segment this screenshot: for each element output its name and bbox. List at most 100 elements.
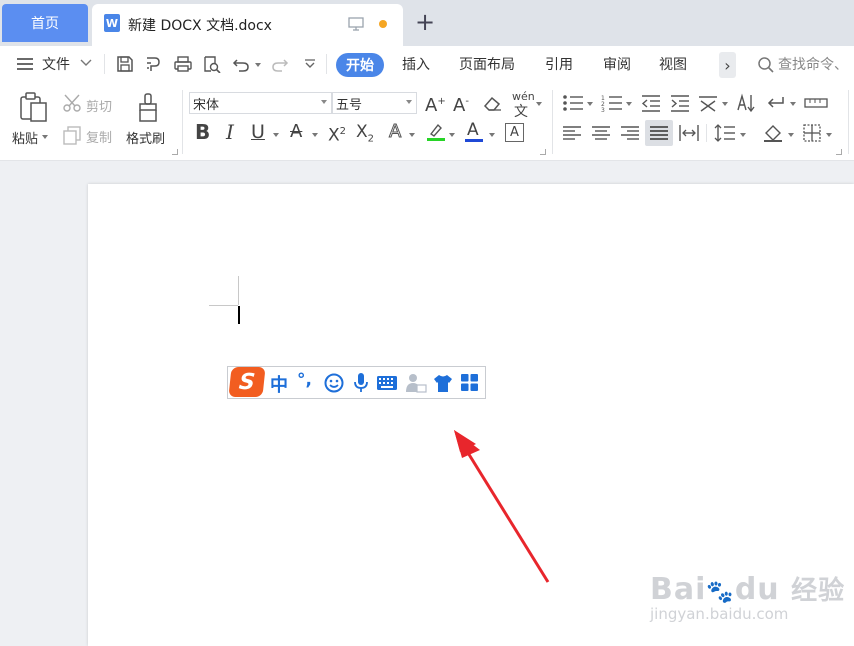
ime-toolbar: S 中 °, [227, 366, 486, 399]
monitor-icon[interactable] [348, 16, 364, 32]
decrease-indent-icon[interactable] [640, 94, 662, 112]
watermark-brand-cn: 经验 [791, 576, 846, 606]
paragraph-mark-icon[interactable] [765, 94, 787, 112]
customize-toolbar-icon[interactable] [304, 58, 316, 70]
decrease-font-size-icon[interactable]: A- [453, 92, 469, 116]
ime-mode-toggle[interactable]: 中 [270, 371, 288, 397]
paste-dropdown-icon[interactable] [42, 135, 48, 139]
format-painter-icon[interactable] [136, 92, 160, 124]
ime-punctuation-toggle[interactable]: °, [297, 370, 312, 390]
distributed-align-icon[interactable] [678, 123, 700, 143]
font-size-select[interactable]: 五号 [332, 92, 417, 114]
numbering-dropdown-icon[interactable] [626, 102, 632, 106]
file-menu[interactable]: 文件 [42, 54, 70, 74]
increase-indent-icon[interactable] [669, 94, 691, 112]
shading-icon[interactable] [763, 123, 785, 143]
underline-icon[interactable]: U [251, 122, 265, 142]
toolbox-grid-icon[interactable] [460, 373, 479, 392]
ruler-icon[interactable] [804, 96, 828, 110]
divider [104, 54, 105, 74]
borders-icon[interactable] [802, 123, 822, 143]
hamburger-icon[interactable] [16, 57, 34, 71]
clipboard-launcher-icon[interactable] [172, 149, 178, 155]
justify-button[interactable] [645, 120, 673, 146]
numbering-icon[interactable]: 123 [601, 94, 623, 112]
highlight-dropdown-icon[interactable] [449, 133, 455, 137]
italic-icon[interactable]: I [226, 122, 234, 142]
print-preview-icon[interactable] [202, 55, 222, 73]
font-color-icon[interactable]: A [467, 120, 479, 140]
line-spacing-icon[interactable] [714, 123, 736, 143]
strikethrough-icon[interactable]: A [290, 122, 302, 142]
skin-shirt-icon[interactable] [433, 373, 453, 393]
text-effect-dropdown-icon[interactable] [409, 133, 415, 137]
watermark-brand: Bai [650, 572, 707, 607]
watermark-brand-tail: du [734, 572, 780, 607]
document-tab[interactable]: W 新建 DOCX 文档.docx [92, 4, 403, 46]
bold-icon[interactable]: B [195, 122, 210, 142]
align-right-icon[interactable] [620, 125, 640, 141]
cut-button[interactable]: 剪切 [86, 96, 112, 115]
align-left-icon[interactable] [562, 125, 582, 141]
subscript-icon[interactable]: X2 [356, 122, 374, 149]
tab-page-layout[interactable]: 页面布局 [459, 54, 515, 74]
print-icon[interactable] [173, 55, 193, 73]
paste-icon[interactable] [19, 91, 49, 123]
undo-icon[interactable] [232, 56, 250, 72]
superscript-icon[interactable]: X2 [328, 122, 346, 146]
redo-icon[interactable] [271, 56, 289, 72]
text-effect-icon[interactable]: A [388, 121, 401, 142]
strikethrough-dropdown-icon[interactable] [312, 133, 318, 137]
tab-view[interactable]: 视图 [659, 54, 687, 74]
bullets-dropdown-icon[interactable] [587, 102, 593, 106]
output-pdf-icon[interactable] [144, 55, 164, 73]
divider [182, 90, 183, 154]
character-border-icon[interactable]: A [505, 123, 524, 142]
chinese-layout-dropdown-icon[interactable] [722, 102, 728, 106]
more-tabs-button[interactable]: › [719, 52, 736, 78]
highlight-icon[interactable] [426, 122, 446, 142]
chinese-layout-icon[interactable] [697, 93, 719, 113]
keyboard-icon[interactable] [376, 375, 398, 391]
new-tab-button[interactable]: + [414, 8, 436, 36]
tab-start[interactable]: 开始 [336, 53, 384, 77]
save-icon[interactable] [116, 55, 134, 73]
sogou-logo-icon[interactable]: S [228, 367, 266, 397]
tab-insert[interactable]: 插入 [402, 54, 430, 74]
emoji-icon[interactable] [324, 373, 344, 393]
font-name-value: 宋体 [193, 97, 220, 113]
font-launcher-icon[interactable] [540, 149, 546, 155]
align-center-icon[interactable] [591, 125, 611, 141]
svg-text:3: 3 [601, 107, 605, 112]
chevron-down-icon[interactable] [80, 59, 92, 67]
copy-button[interactable]: 复制 [86, 127, 112, 146]
microphone-icon[interactable] [353, 372, 369, 394]
line-spacing-dropdown-icon[interactable] [740, 133, 746, 137]
shading-dropdown-icon[interactable] [788, 133, 794, 137]
font-name-select[interactable]: 宋体 [189, 92, 332, 114]
clear-format-icon[interactable] [483, 94, 503, 112]
baidu-jingyan-watermark: Bai🐾du 经验 jingyan.baidu.com [650, 570, 845, 623]
user-account-icon[interactable] [405, 372, 427, 394]
underline-dropdown-icon[interactable] [273, 133, 279, 137]
paragraph-launcher-icon[interactable] [836, 149, 842, 155]
font-color-dropdown-icon[interactable] [489, 133, 495, 137]
paragraph-mark-dropdown-icon[interactable] [790, 102, 796, 106]
search-commands-input[interactable]: 查找命令、 [778, 54, 848, 74]
justify-icon [650, 126, 668, 140]
home-tab[interactable]: 首页 [2, 4, 88, 42]
borders-dropdown-icon[interactable] [826, 133, 832, 137]
format-painter-button[interactable]: 格式刷 [126, 128, 165, 147]
phonetic-dropdown-icon[interactable] [536, 102, 542, 106]
tab-review[interactable]: 审阅 [603, 54, 631, 74]
unsaved-dot-icon [379, 20, 387, 28]
scissors-icon [63, 94, 81, 112]
paste-button[interactable]: 粘贴 [12, 128, 38, 147]
divider [848, 90, 849, 154]
increase-font-size-icon[interactable]: A+ [425, 92, 446, 116]
undo-dropdown-icon[interactable] [255, 63, 261, 67]
search-icon [758, 57, 774, 73]
tab-references[interactable]: 引用 [545, 54, 573, 74]
sort-icon[interactable] [736, 93, 758, 113]
bullets-icon[interactable] [562, 94, 584, 112]
